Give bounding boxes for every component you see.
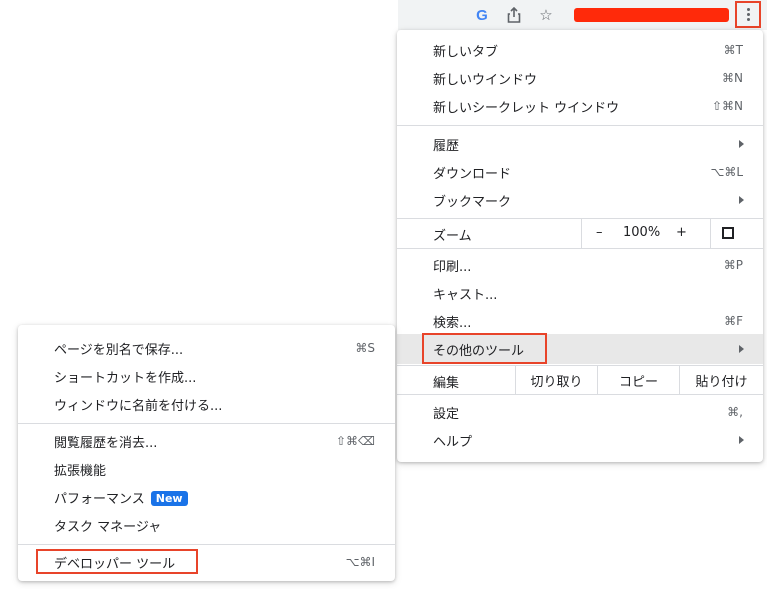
share-icon[interactable] bbox=[505, 6, 523, 24]
highlight-box-more-tools bbox=[422, 333, 547, 364]
copy-button[interactable]: コピー bbox=[597, 366, 679, 394]
shortcut-label: ⇧⌘⌫ bbox=[335, 434, 375, 448]
performance-label: パフォーマンス bbox=[54, 491, 145, 507]
menu-item-label: タスク マネージャ bbox=[54, 519, 162, 535]
more-icon bbox=[746, 8, 750, 21]
chevron-right-icon bbox=[739, 196, 744, 204]
menu-item-label: キャスト... bbox=[433, 287, 498, 303]
shortcut-label: ⌘, bbox=[727, 405, 743, 419]
edit-label: 編集 bbox=[433, 376, 460, 391]
zoom-row: ズーム – 100% + bbox=[397, 219, 763, 248]
menu-item-task-manager[interactable]: タスク マネージャ bbox=[18, 511, 395, 539]
menu-item-extensions[interactable]: 拡張機能 bbox=[18, 455, 395, 483]
new-badge: New bbox=[150, 490, 188, 506]
chevron-right-icon bbox=[739, 345, 744, 353]
divider bbox=[18, 544, 395, 545]
edit-row: 編集 切り取り コピー 貼り付け bbox=[397, 366, 763, 394]
menu-item-label: 設定 bbox=[433, 406, 460, 422]
chrome-main-menu: 新しいタブ ⌘T 新しいウインドウ ⌘N 新しいシークレット ウインドウ ⇧⌘N… bbox=[397, 30, 763, 462]
chevron-right-icon bbox=[739, 140, 744, 148]
divider bbox=[18, 423, 395, 424]
menu-item-label: ダウンロード bbox=[433, 166, 512, 182]
menu-item-find[interactable]: 検索... ⌘F bbox=[397, 307, 763, 335]
highlight-box-developer-tools bbox=[36, 549, 198, 574]
browser-toolbar: G ☆ bbox=[398, 0, 767, 30]
menu-item-history[interactable]: 履歴 bbox=[397, 130, 763, 158]
menu-item-new-window[interactable]: 新しいウインドウ ⌘N bbox=[397, 64, 763, 92]
menu-item-label: 新しいタブ bbox=[433, 44, 499, 60]
menu-item-label: 拡張機能 bbox=[54, 463, 107, 479]
shortcut-label: ⇧⌘N bbox=[711, 99, 743, 113]
zoom-in-button[interactable]: + bbox=[676, 225, 687, 240]
menu-item-label: ショートカットを作成... bbox=[54, 370, 197, 386]
redacted-extensions bbox=[574, 8, 729, 22]
menu-item-label: 新しいシークレット ウインドウ bbox=[433, 100, 620, 116]
fullscreen-icon[interactable] bbox=[722, 227, 734, 239]
menu-item-bookmarks[interactable]: ブックマーク bbox=[397, 186, 763, 214]
chevron-right-icon bbox=[739, 436, 744, 444]
more-tools-submenu: ページを別名で保存... ⌘S ショートカットを作成... ウィンドウに名前を付… bbox=[18, 325, 395, 581]
menu-item-label: 新しいウインドウ bbox=[433, 72, 538, 88]
zoom-label: ズーム bbox=[433, 229, 472, 244]
google-icon[interactable]: G bbox=[473, 6, 491, 24]
zoom-out-button[interactable]: – bbox=[596, 225, 603, 240]
menu-item-clear-browsing-data[interactable]: 閲覧履歴を消去... ⇧⌘⌫ bbox=[18, 427, 395, 455]
menu-item-new-incognito[interactable]: 新しいシークレット ウインドウ ⇧⌘N bbox=[397, 92, 763, 120]
shortcut-label: ⌘T bbox=[723, 43, 743, 57]
shortcut-label: ⌥⌘I bbox=[345, 555, 375, 569]
star-icon[interactable]: ☆ bbox=[537, 6, 555, 24]
menu-item-new-tab[interactable]: 新しいタブ ⌘T bbox=[397, 36, 763, 64]
menu-item-settings[interactable]: 設定 ⌘, bbox=[397, 398, 763, 426]
shortcut-label: ⌘S bbox=[355, 341, 375, 355]
menu-item-label: 閲覧履歴を消去... bbox=[54, 435, 158, 451]
menu-item-name-window[interactable]: ウィンドウに名前を付ける... bbox=[18, 390, 395, 418]
menu-item-print[interactable]: 印刷... ⌘P bbox=[397, 251, 763, 279]
zoom-level: 100% bbox=[623, 225, 661, 240]
menu-item-label: パフォーマンス New bbox=[54, 488, 188, 507]
menu-item-label: ウィンドウに名前を付ける... bbox=[54, 398, 223, 414]
cut-button[interactable]: 切り取り bbox=[515, 366, 597, 394]
menu-item-label: 印刷... bbox=[433, 259, 472, 275]
menu-item-label: ヘルプ bbox=[433, 434, 473, 450]
menu-item-label: 履歴 bbox=[433, 138, 460, 154]
shortcut-label: ⌘P bbox=[723, 258, 743, 272]
divider bbox=[397, 394, 763, 395]
menu-item-label: ブックマーク bbox=[433, 194, 512, 210]
chrome-menu-button[interactable] bbox=[735, 1, 761, 28]
menu-item-label: 検索... bbox=[433, 315, 472, 331]
menu-item-cast[interactable]: キャスト... bbox=[397, 279, 763, 307]
menu-item-save-page[interactable]: ページを別名で保存... ⌘S bbox=[18, 334, 395, 362]
shortcut-label: ⌘F bbox=[724, 314, 743, 328]
divider bbox=[397, 248, 763, 249]
menu-item-downloads[interactable]: ダウンロード ⌥⌘L bbox=[397, 158, 763, 186]
menu-item-performance[interactable]: パフォーマンス New bbox=[18, 483, 395, 511]
divider bbox=[397, 125, 763, 126]
shortcut-label: ⌥⌘L bbox=[710, 165, 743, 179]
shortcut-label: ⌘N bbox=[722, 71, 743, 85]
paste-button[interactable]: 貼り付け bbox=[679, 366, 763, 394]
menu-item-label: ページを別名で保存... bbox=[54, 342, 184, 358]
menu-item-help[interactable]: ヘルプ bbox=[397, 426, 763, 454]
menu-item-create-shortcut[interactable]: ショートカットを作成... bbox=[18, 362, 395, 390]
zoom-controls: – 100% + bbox=[581, 219, 711, 248]
